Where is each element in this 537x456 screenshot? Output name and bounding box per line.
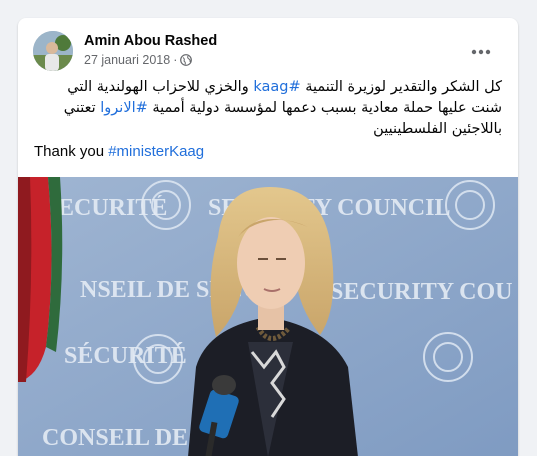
meta-separator: · [173,53,178,67]
post-text-english: Thank you #ministerKaag [34,142,502,162]
author-name[interactable]: Amin Abou Rashed [84,33,217,49]
more-options-button[interactable] [466,37,496,67]
post-text-arabic: كل الشكر والتقدير لوزيرة التنمية #kaag و… [34,77,502,140]
post-header: Amin Abou Rashed 27 januari 2018 · [33,31,506,73]
post-text: كل الشكر والتقدير لوزيرة التنمية #kaag و… [34,77,502,162]
hashtag-unrwa[interactable]: #الانروا [100,100,148,116]
hashtag-kaag[interactable]: #kaag [253,79,300,95]
wall-text-row-5: SÉCURITÉ [64,343,187,369]
post-card: Amin Abou Rashed 27 januari 2018 · كل ال… [18,18,518,456]
post-meta: 27 januari 2018 · [84,53,193,67]
post-photo[interactable]: ECURITÉ SECURITY COUNCIL NSEIL DE SÉCU S… [18,177,518,456]
globe-icon [180,54,193,66]
wall-text-row-4: SECURITY COU [330,279,512,305]
post-date[interactable]: 27 januari 2018 [84,53,170,67]
wall-text-row-1: ECURITÉ [58,195,167,221]
english-text: Thank you [34,143,109,160]
author-avatar[interactable] [33,31,73,71]
more-options-icon [471,49,491,55]
red-flag [18,177,63,382]
avatar-image [33,31,73,71]
hashtag-minister-kaag[interactable]: #ministerKaag [108,143,204,160]
photo-image: ECURITÉ SECURITY COUNCIL NSEIL DE SÉCU S… [18,177,518,456]
arabic-text-part1: كل الشكر والتقدير لوزيرة التنمية [300,79,502,95]
